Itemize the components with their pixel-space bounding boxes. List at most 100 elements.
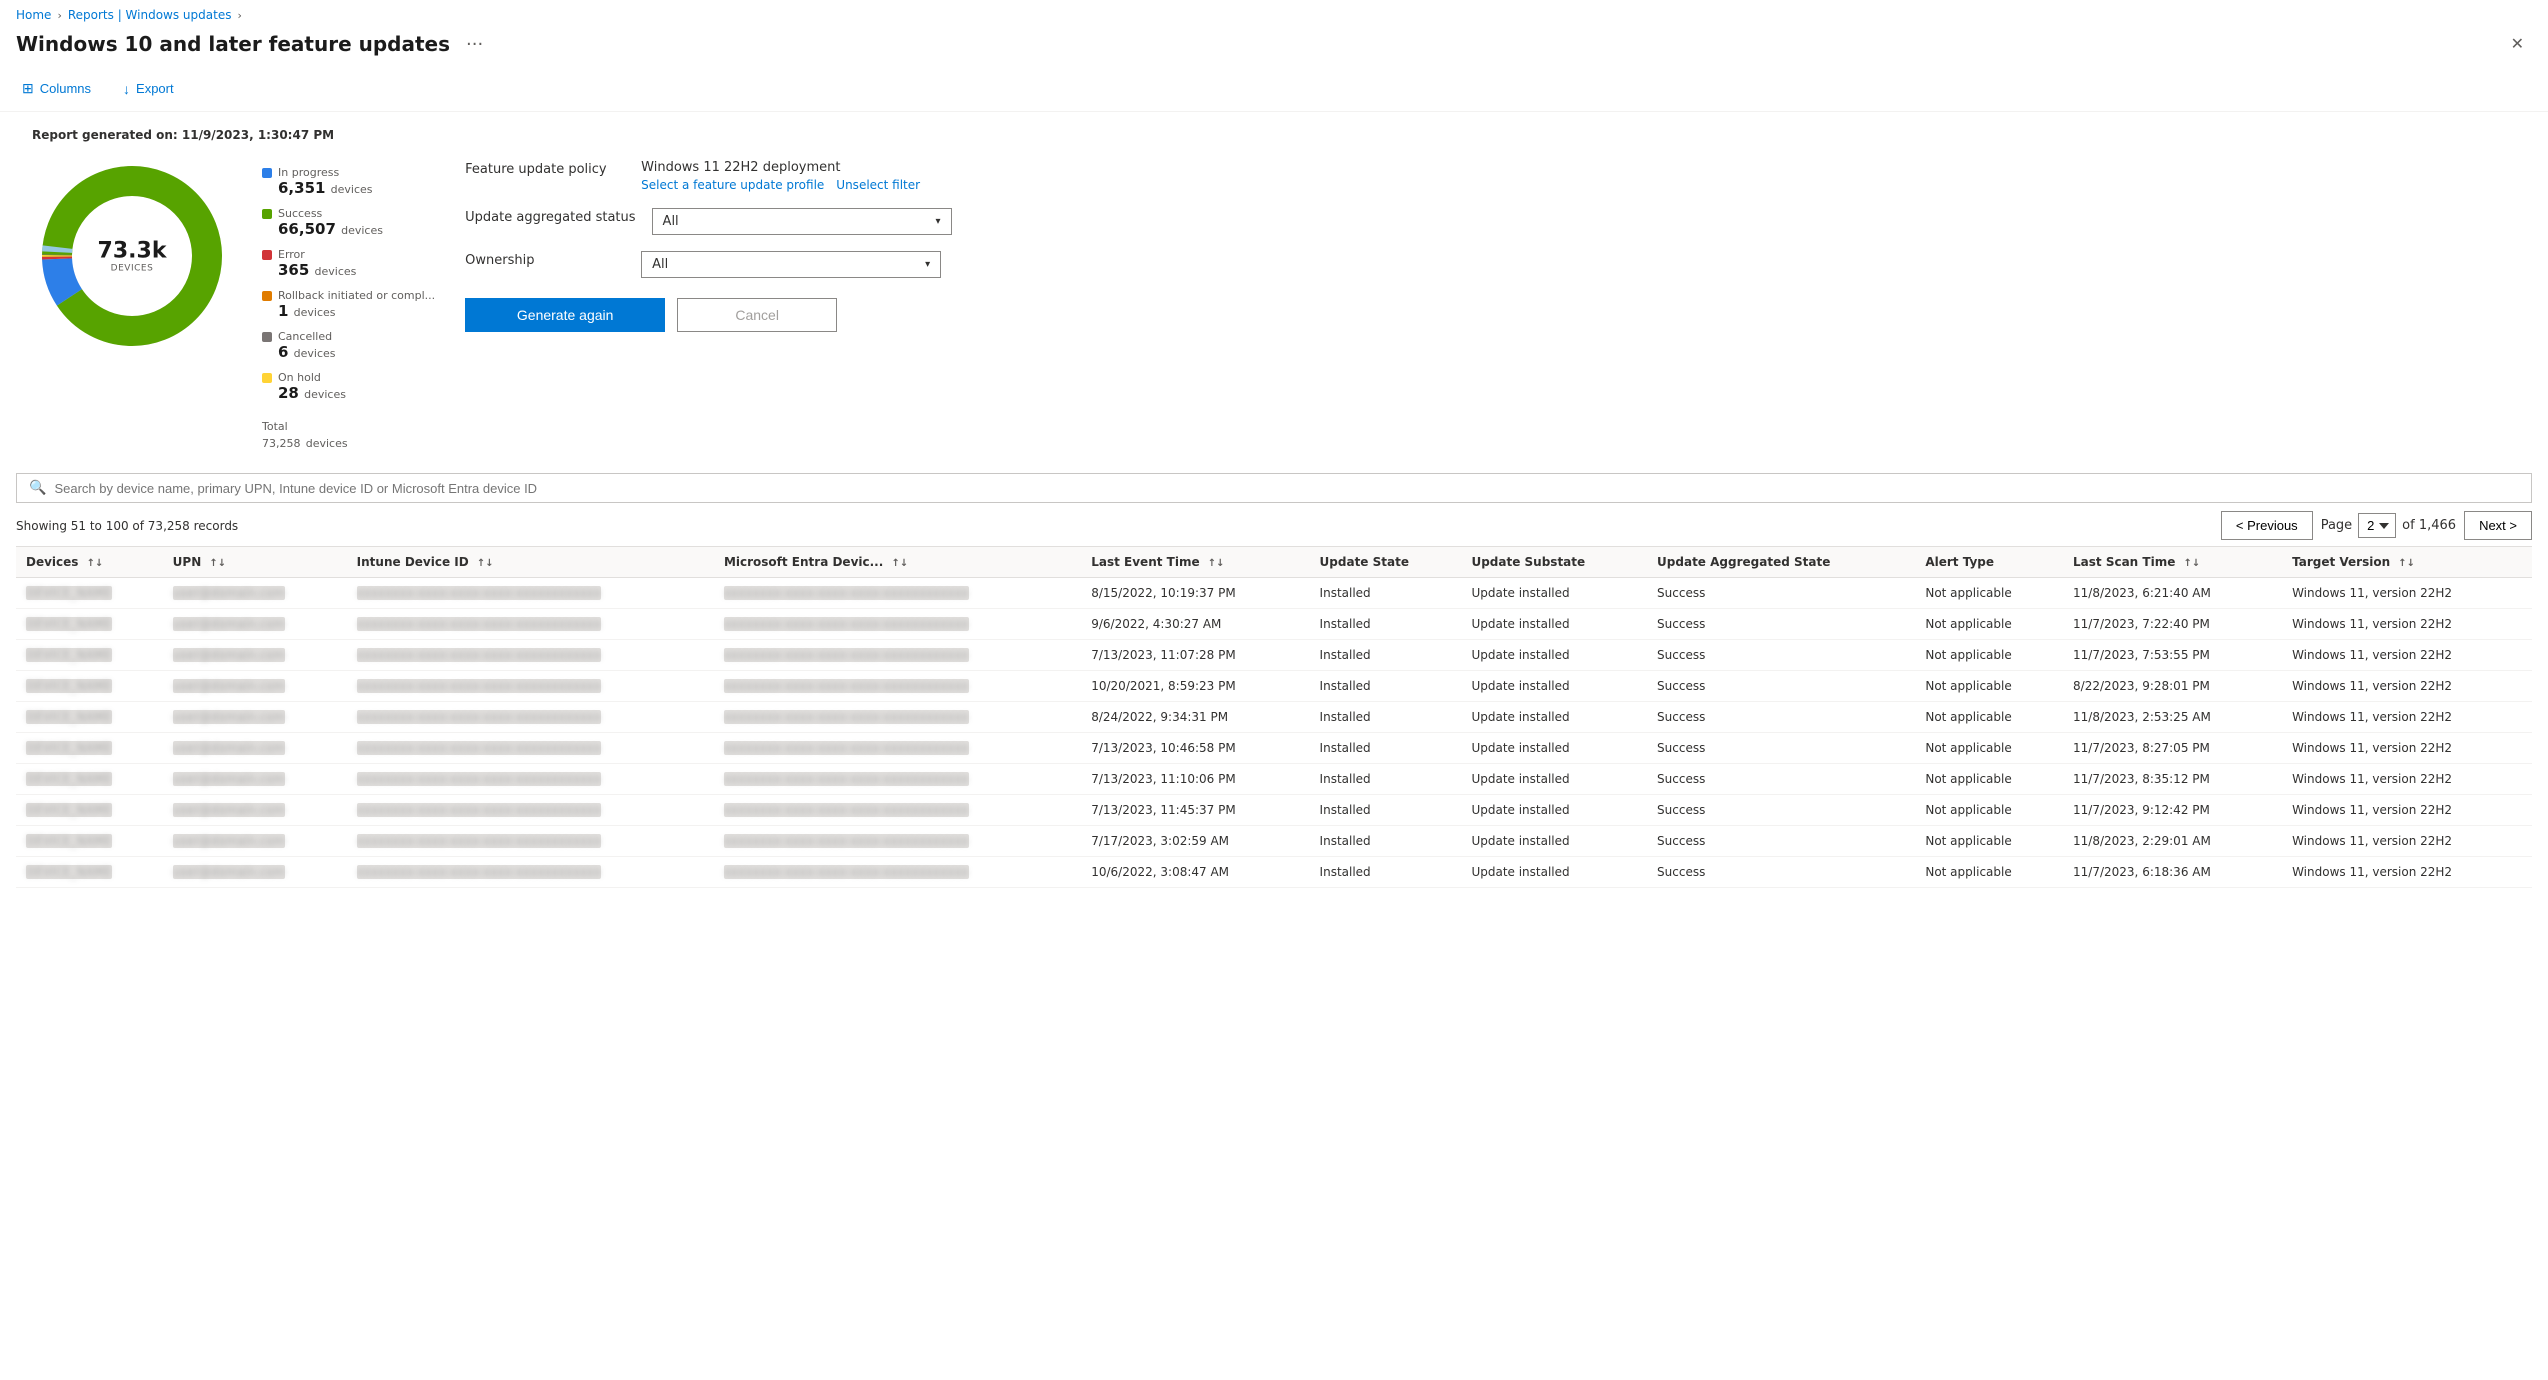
th-intune_device_id[interactable]: Intune Device ID ↑↓ [347, 547, 714, 578]
th-last_event_time[interactable]: Last Event Time ↑↓ [1081, 547, 1309, 578]
th-alert_type: Alert Type [1915, 547, 2063, 578]
td-ms_entra_device: xxxxxxxx-xxxx-xxxx-xxxx-xxxxxxxxxxxx [714, 764, 1081, 795]
table-row[interactable]: DEVICE_NAMEuser@domain.comxxxxxxxx-xxxx-… [16, 702, 2532, 733]
td-last_event_time: 7/13/2023, 11:07:28 PM [1081, 640, 1309, 671]
total-label: Total [262, 420, 435, 433]
td-last_scan_time: 11/8/2023, 2:29:01 AM [2063, 826, 2282, 857]
page-label: Page [2321, 518, 2352, 533]
td-last_event_time: 7/13/2023, 10:46:58 PM [1081, 733, 1309, 764]
page-select[interactable]: 2 [2358, 513, 2396, 538]
td-last_scan_time: 8/22/2023, 9:28:01 PM [2063, 671, 2282, 702]
td-update_state: Installed [1310, 764, 1462, 795]
close-button[interactable]: ✕ [2503, 30, 2532, 58]
td-upn: user@domain.com [163, 764, 347, 795]
td-alert_type: Not applicable [1915, 826, 2063, 857]
showing-text: Showing 51 to 100 of 73,258 records [16, 519, 238, 533]
select-profile-link[interactable]: Select a feature update profile [641, 178, 824, 192]
td-last_scan_time: 11/7/2023, 8:27:05 PM [2063, 733, 2282, 764]
ownership-dropdown[interactable]: All ▾ [641, 251, 941, 278]
table-row[interactable]: DEVICE_NAMEuser@domain.com xxxxxxxx-xxxx-… [16, 826, 2532, 857]
th-devices[interactable]: Devices ↑↓ [16, 547, 163, 578]
td-alert_type: Not applicable [1915, 702, 2063, 733]
export-button[interactable]: Export [117, 77, 180, 101]
td-intune_device_id: xxxxxxxx-xxxx-xxxx-xxxx-xxxxxxxxxxxx [347, 609, 714, 640]
search-icon: 🔍 [29, 480, 46, 496]
td-ms_entra_device: xxxxxxxx-xxxx-xxxx-xxxx-xxxxxxxxxxxx [714, 826, 1081, 857]
table-row[interactable]: DEVICE_NAMEuser@domain.comxxxxxxxx-xxxx-… [16, 671, 2532, 702]
chevron-down-icon: ▾ [936, 216, 941, 227]
td-devices: DEVICE_NAME [16, 733, 163, 764]
td-devices: DEVICE_NAME [16, 826, 163, 857]
td-last_scan_time: 11/7/2023, 7:22:40 PM [2063, 609, 2282, 640]
td-devices: DEVICE_NAME [16, 671, 163, 702]
td-ms_entra_device: xxxxxxxx-xxxx-xxxx-xxxx-xxxxxxxxxxxx [714, 733, 1081, 764]
td-update_substate: Update installed [1461, 857, 1647, 888]
feature-update-row: Feature update policy Windows 11 22H2 de… [465, 160, 2516, 192]
unselect-filter-link[interactable]: Unselect filter [836, 178, 920, 192]
table-row[interactable]: DEVICE_NAMEuser@domain.comxxxxxxxx-xxxx-… [16, 764, 2532, 795]
update-aggregated-dropdown[interactable]: All ▾ [652, 208, 952, 235]
previous-button[interactable]: < Previous [2221, 511, 2313, 540]
table-row[interactable]: DEVICE_NAMEuser@domain.comxxxxxxxx-xxxx-… [16, 609, 2532, 640]
th-ms_entra_device[interactable]: Microsoft Entra Devic... ↑↓ [714, 547, 1081, 578]
td-update_substate: Update installed [1461, 578, 1647, 609]
report-content: 73.3k DEVICES In progress 6,351 devices … [32, 156, 2516, 451]
columns-button[interactable]: Columns [16, 76, 97, 101]
td-alert_type: Not applicable [1915, 795, 2063, 826]
breadcrumb-home[interactable]: Home [16, 8, 51, 22]
more-options-icon[interactable]: ··· [466, 34, 483, 55]
td-devices: DEVICE_NAME [16, 857, 163, 888]
td-update_aggregated_state: Success [1647, 671, 1915, 702]
breadcrumb-reports[interactable]: Reports | Windows updates [68, 8, 232, 22]
search-input[interactable] [54, 481, 2519, 496]
td-last_event_time: 10/6/2022, 3:08:47 AM [1081, 857, 1309, 888]
td-update_aggregated_state: Success [1647, 640, 1915, 671]
legend-item: Rollback initiated or compl... 1 devices [262, 289, 435, 320]
td-target_version: Windows 11, version 22H2 [2282, 857, 2532, 888]
legend-item: Cancelled 6 devices [262, 330, 435, 361]
td-upn: user@domain.com [163, 609, 347, 640]
td-update_state: Installed [1310, 857, 1462, 888]
td-update_state: Installed [1310, 826, 1462, 857]
td-last_scan_time: 11/8/2023, 6:21:40 AM [2063, 578, 2282, 609]
td-update_aggregated_state: Success [1647, 733, 1915, 764]
feature-update-value-container: Windows 11 22H2 deployment Select a feat… [641, 160, 920, 192]
td-upn: user@domain.com [163, 671, 347, 702]
td-target_version: Windows 11, version 22H2 [2282, 578, 2532, 609]
update-aggregated-row: Update aggregated status All ▾ [465, 208, 2516, 235]
td-alert_type: Not applicable [1915, 578, 2063, 609]
total-count: 73,258 devices [262, 433, 435, 451]
table-row[interactable]: DEVICE_NAMEuser@domain.comxxxxxxxx-xxxx-… [16, 857, 2532, 888]
generate-again-button[interactable]: Generate again [465, 298, 665, 332]
td-target_version: Windows 11, version 22H2 [2282, 826, 2532, 857]
td-last_scan_time: 11/8/2023, 2:53:25 AM [2063, 702, 2282, 733]
th-upn[interactable]: UPN ↑↓ [163, 547, 347, 578]
update-aggregated-label: Update aggregated status [465, 208, 635, 225]
td-target_version: Windows 11, version 22H2 [2282, 764, 2532, 795]
td-upn: user@domain.com [163, 640, 347, 671]
td-last_event_time: 8/15/2022, 10:19:37 PM [1081, 578, 1309, 609]
td-update_substate: Update installed [1461, 795, 1647, 826]
table-row[interactable]: DEVICE_NAMEuser@domain.comxxxxxxxx-xxxx-… [16, 640, 2532, 671]
feature-update-value: Windows 11 22H2 deployment [641, 160, 920, 175]
legend-item: On hold 28 devices [262, 371, 435, 402]
cancel-button[interactable]: Cancel [677, 298, 837, 332]
td-intune_device_id: xxxxxxxx-xxxx-xxxx-xxxx-xxxxxxxxxxxx [347, 795, 714, 826]
th-target_version[interactable]: Target Version ↑↓ [2282, 547, 2532, 578]
table-row[interactable]: DEVICE_NAMEuser@domain.comxxxxxxxx-xxxx-… [16, 795, 2532, 826]
td-upn: user@domain.com [163, 826, 347, 857]
table-row[interactable]: DEVICE_NAMEuser@domain.comxxxxxxxx-xxxx-… [16, 733, 2532, 764]
th-last_scan_time[interactable]: Last Scan Time ↑↓ [2063, 547, 2282, 578]
legend: In progress 6,351 devices Success 66,507… [262, 156, 435, 451]
td-update_substate: Update installed [1461, 671, 1647, 702]
toolbar: Columns Export [0, 70, 2548, 112]
table-row[interactable]: DEVICE_NAMEuser@domain.comxxxxxxxx-xxxx-… [16, 578, 2532, 609]
td-last_event_time: 10/20/2021, 8:59:23 PM [1081, 671, 1309, 702]
next-button[interactable]: Next > [2464, 511, 2532, 540]
td-update_state: Installed [1310, 671, 1462, 702]
td-last_scan_time: 11/7/2023, 7:53:55 PM [2063, 640, 2282, 671]
td-devices: DEVICE_NAME [16, 578, 163, 609]
data-table: Devices ↑↓UPN ↑↓Intune Device ID ↑↓Micro… [16, 546, 2532, 888]
td-update_state: Installed [1310, 609, 1462, 640]
donut-number: 73.3k [98, 239, 167, 264]
